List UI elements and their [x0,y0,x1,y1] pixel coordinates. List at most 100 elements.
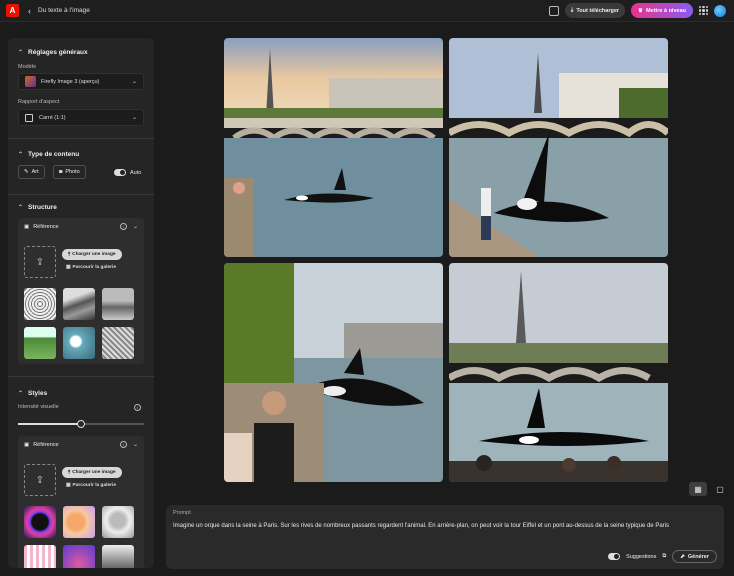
structure-upload-label: Charger une image [72,252,116,257]
upgrade-button[interactable]: ♛ Mettre à niveau [631,3,693,18]
generate-label: Générer [687,553,709,560]
upgrade-label: Mettre à niveau [645,7,686,14]
structure-preset-tile[interactable] [102,288,134,320]
chevron-down-icon[interactable]: ⌄ [133,223,138,230]
reference-icon: ▣ [24,224,30,230]
view-toggle: ▦ ▢ [689,482,729,496]
square-icon [25,113,33,122]
structure-preset-tile[interactable] [24,288,56,320]
general-settings-heading[interactable]: ⌃ Réglages généraux [18,49,88,56]
divider [8,194,154,195]
generated-image-3-art [224,263,443,482]
generated-image-4-art [449,263,668,482]
general-settings-title: Réglages généraux [28,49,88,56]
style-upload-label: Charger une image [72,470,116,475]
style-preset-tile[interactable] [24,545,56,568]
upload-icon: ⤒ [68,252,71,258]
crown-icon: ♛ [638,7,643,14]
generated-image-1[interactable] [224,38,443,257]
generated-image-2-art [449,38,668,257]
grid-view-button[interactable]: ▦ [689,482,707,496]
structure-browse-gallery[interactable]: ▦ Parcourir la galerie [66,265,116,270]
visual-intensity-slider[interactable] [18,420,144,428]
generated-image-4[interactable] [449,263,668,482]
gallery-icon: ▦ [66,483,71,488]
info-icon[interactable]: i [119,441,127,448]
art-button[interactable]: ✎ Art [18,165,45,179]
prompt-label: Prompt [173,510,191,516]
styles-heading[interactable]: ⌃ Styles [18,390,47,397]
style-preset-tile[interactable] [63,545,95,568]
styles-title: Styles [28,390,48,397]
apps-grid-icon[interactable] [699,6,708,15]
chevron-up-icon: ⌃ [18,205,24,211]
info-icon[interactable]: i [119,223,127,230]
content-type-heading[interactable]: ⌃ Type de contenu [18,151,79,158]
chevron-down-icon[interactable]: ⌄ [133,441,138,448]
settings-sidebar: ⌃ Réglages généraux Modèle Firefly Image… [8,38,154,568]
chevron-down-icon: ⌄ [131,79,137,85]
info-icon[interactable]: i [134,404,141,411]
reference-icon: ▣ [24,442,30,448]
download-all-button[interactable]: ⤓ Tout télécharger [564,3,626,18]
suggestions-icon[interactable]: ⧉ [662,553,666,560]
model-select[interactable]: Firefly Image 3 (aperçu) ⌄ [18,73,144,90]
slider-fill [18,423,81,425]
suggestions-label: Suggestions [626,553,657,560]
avatar[interactable] [714,4,726,17]
feedback-icon[interactable] [548,5,559,16]
structure-browse-label: Parcourir la galerie [72,265,117,270]
structure-upload-dropzone[interactable]: ⇪ [24,246,56,278]
structure-reference-label: Référence [33,224,59,230]
structure-preset-tile[interactable] [63,327,95,359]
prompt-input[interactable]: Imagine un orque dans la seine à Paris. … [173,522,713,532]
structure-title: Structure [28,204,57,211]
camera-icon: ◙ [59,169,63,175]
model-value: Firefly Image 3 (aperçu) [41,78,100,85]
photo-button[interactable]: ◙ Photo [53,165,86,179]
slider-handle[interactable] [77,420,85,428]
single-view-button[interactable]: ▢ [711,482,729,496]
aspect-ratio-value: Carré (1:1) [39,114,66,121]
style-browse-label: Parcourir la galerie [72,483,117,488]
style-browse-gallery[interactable]: ▦ Parcourir la galerie [66,483,116,488]
grid-view-icon: ▦ [694,484,702,494]
upload-image-icon: ⇪ [35,256,45,268]
structure-preset-tile[interactable] [102,327,134,359]
style-upload-dropzone[interactable]: ⇪ [24,464,56,496]
divider [8,376,154,377]
adobe-logo-icon[interactable]: A [6,4,19,17]
style-preset-tile[interactable] [102,506,134,538]
suggestions-toggle[interactable] [608,553,621,560]
generate-button[interactable]: ⬈ Générer [672,550,717,563]
structure-presets [24,288,134,359]
art-label: Art [31,169,39,175]
generated-image-3[interactable] [224,263,443,482]
style-preset-tile[interactable] [102,545,134,568]
content-type-title: Type de contenu [28,151,80,158]
style-reference-header: ▣ Référence [24,442,59,448]
chevron-up-icon: ⌃ [18,50,24,56]
style-preset-tile[interactable] [63,506,95,538]
generate-icon: ⬈ [680,553,685,560]
auto-toggle-switch[interactable] [114,169,126,176]
structure-upload-button[interactable]: ⤒ Charger une image [62,249,122,260]
style-upload-button[interactable]: ⤒ Charger une image [62,467,122,478]
chevron-up-icon: ⌃ [18,152,24,158]
upload-image-icon: ⇪ [35,474,45,486]
back-arrow-icon[interactable]: ‹ [28,6,31,16]
aspect-ratio-select[interactable]: Carré (1:1) ⌄ [18,109,144,126]
auto-label: Auto [130,169,142,176]
top-bar: A ‹ Du texte à l'image ⤓ Tout télécharge… [0,0,734,22]
aspect-ratio-label: Rapport d'aspect [18,99,60,105]
style-preset-tile[interactable] [24,506,56,538]
download-all-label: Tout télécharger [576,7,620,14]
style-presets [24,506,134,568]
upload-icon: ⤒ [68,470,71,476]
generated-image-2[interactable] [449,38,668,257]
structure-preset-tile[interactable] [63,288,95,320]
structure-preset-tile[interactable] [24,327,56,359]
structure-heading[interactable]: ⌃ Structure [18,204,57,211]
divider [8,138,154,139]
auto-toggle[interactable]: Auto [114,169,141,176]
